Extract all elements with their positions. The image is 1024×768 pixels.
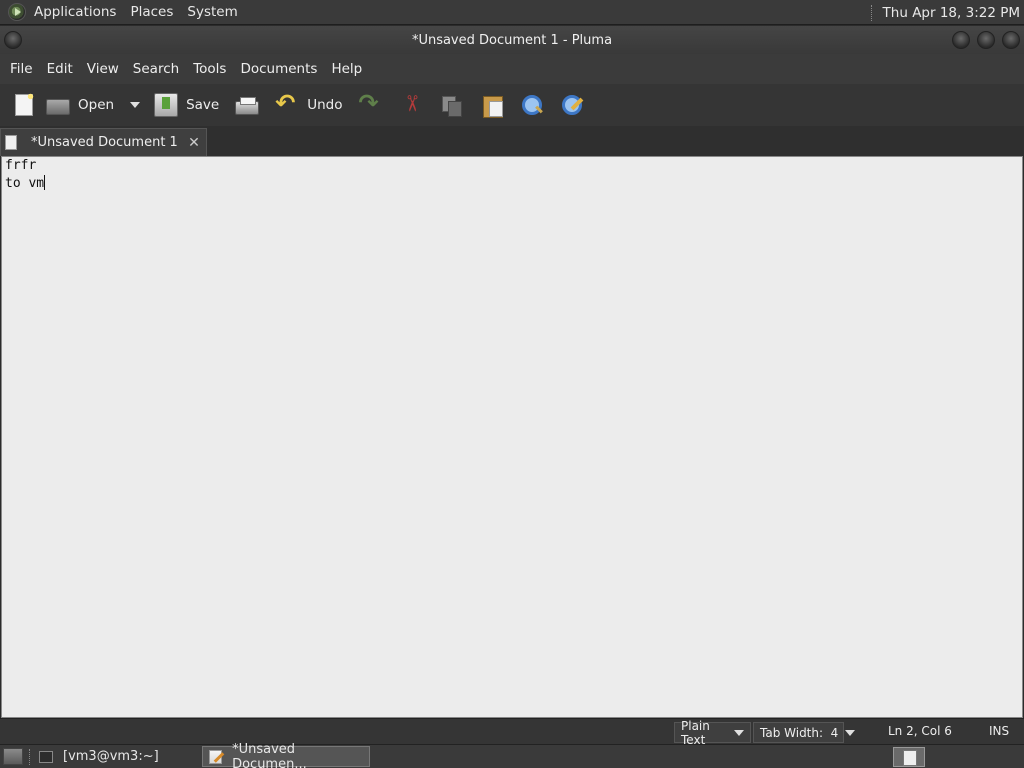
bottom-panel: [vm3@vm3:~] *Unsaved Documen... [0, 742, 1024, 768]
open-recent-dropdown[interactable] [126, 88, 148, 122]
statusbar: Plain Text Tab Width: 4 Ln 2, Col 6 INS [0, 718, 1024, 747]
find-button[interactable] [516, 88, 548, 122]
menu-view[interactable]: View [80, 54, 126, 84]
mate-logo-icon[interactable] [8, 3, 26, 21]
redo-icon [358, 89, 382, 117]
tab-width-dropdown[interactable]: Tab Width: 4 [753, 722, 856, 743]
print-button[interactable] [231, 88, 263, 122]
close-window-button[interactable] [1002, 31, 1020, 49]
text-editor-icon [209, 749, 223, 764]
save-label: Save [186, 97, 220, 113]
menubar: File Edit View Search Tools Documents He… [0, 54, 1024, 84]
menu-documents[interactable]: Documents [233, 54, 324, 84]
taskbar-item-pluma[interactable]: *Unsaved Documen... [202, 742, 370, 768]
menu-search[interactable]: Search [126, 54, 186, 84]
save-icon [154, 93, 179, 117]
clock[interactable]: Thu Apr 18, 3:22 PM [883, 5, 1020, 21]
workspace-switcher[interactable] [893, 747, 925, 767]
editor-line: frfr [5, 158, 37, 173]
system-menu[interactable]: System [180, 0, 244, 25]
panel-tray: Thu Apr 18, 3:22 PM [870, 0, 1020, 25]
find-icon [520, 93, 544, 117]
chevron-down-icon [734, 729, 744, 736]
close-tab-icon[interactable]: ✕ [186, 135, 202, 151]
window-title: *Unsaved Document 1 - Pluma [411, 32, 613, 48]
text-document-icon [5, 135, 17, 150]
window-titlebar[interactable]: *Unsaved Document 1 - Pluma [0, 26, 1024, 54]
open-icon [46, 99, 70, 115]
taskbar-item-label: *Unsaved Documen... [232, 741, 307, 768]
paste-icon [480, 93, 504, 118]
cut-button[interactable] [396, 88, 428, 122]
cut-icon [400, 93, 424, 117]
window-menu-button[interactable] [4, 31, 22, 49]
new-document-button[interactable] [8, 88, 40, 122]
insert-mode-indicator: INS [989, 724, 1010, 738]
cursor-position: Ln 2, Col 6 [888, 724, 952, 738]
panel-separator [870, 4, 873, 21]
print-icon [235, 96, 260, 115]
chevron-down-icon [845, 729, 856, 736]
terminal-icon [39, 750, 53, 763]
tab-width-label: Tab Width: 4 [760, 725, 839, 740]
menu-help[interactable]: Help [324, 54, 369, 84]
menu-tools[interactable]: Tools [186, 54, 233, 84]
minimize-button[interactable] [952, 31, 970, 49]
text-cursor [44, 175, 46, 190]
text-editor[interactable]: frfr to vm [1, 156, 1023, 718]
document-tabbar: *Unsaved Document 1 ✕ [0, 126, 1024, 156]
open-button[interactable]: Open [42, 88, 124, 122]
redo-button[interactable] [354, 88, 386, 122]
tab-unsaved-document-1[interactable]: *Unsaved Document 1 ✕ [0, 128, 207, 156]
replace-button[interactable] [556, 88, 588, 122]
editor-line-current: to vm [2, 175, 1022, 193]
applications-menu[interactable]: Applications [27, 0, 123, 25]
replace-icon [560, 93, 584, 117]
taskbar-item-label: [vm3@vm3:~] [63, 749, 159, 764]
undo-button[interactable]: Undo [271, 88, 352, 122]
toolbar: Open Save Undo [0, 84, 1024, 126]
editor-line-text: to vm [5, 176, 45, 191]
top-panel: Applications Places System Thu Apr 18, 3… [0, 0, 1024, 25]
undo-label: Undo [307, 97, 343, 113]
taskbar-item-terminal[interactable]: [vm3@vm3:~] [33, 746, 199, 767]
language-label: Plain Text [681, 718, 710, 747]
copy-icon [440, 93, 464, 117]
copy-button[interactable] [436, 88, 468, 122]
new-document-icon [15, 92, 35, 116]
save-button[interactable]: Save [150, 88, 229, 122]
undo-icon [275, 89, 299, 117]
panel-separator [29, 749, 31, 765]
places-menu[interactable]: Places [123, 0, 180, 25]
language-dropdown[interactable]: Plain Text [674, 719, 751, 747]
menu-edit[interactable]: Edit [40, 54, 80, 84]
open-label: Open [78, 97, 115, 113]
paste-button[interactable] [476, 88, 508, 122]
tab-label: *Unsaved Document 1 [31, 135, 178, 150]
show-desktop-icon[interactable] [3, 748, 23, 765]
maximize-button[interactable] [977, 31, 995, 49]
chevron-down-icon [130, 102, 141, 108]
menu-file[interactable]: File [3, 54, 40, 84]
